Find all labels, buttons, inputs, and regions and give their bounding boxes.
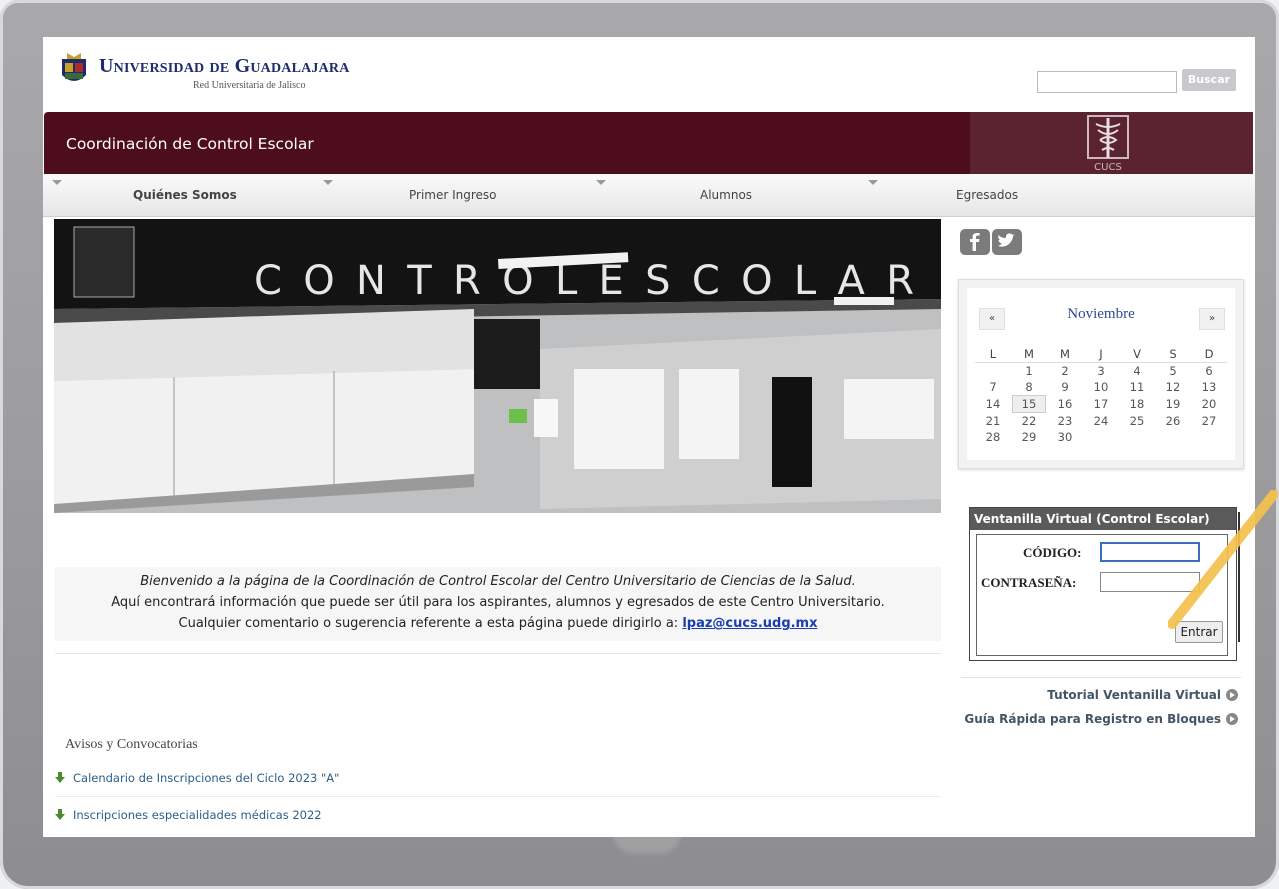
facebook-icon[interactable] — [960, 229, 990, 255]
calendar-day[interactable]: 21 — [975, 413, 1011, 429]
cucs-logo-area: CUCS — [970, 112, 1253, 174]
calendar-day[interactable]: 1 — [1011, 363, 1047, 380]
university-name: Universidad de Guadalajara — [99, 55, 350, 77]
calendar-day[interactable]: 18 — [1119, 395, 1155, 413]
welcome-message: Bienvenido a la página de la Coordinació… — [55, 567, 941, 641]
tutorial-link[interactable]: Tutorial Ventanilla Virtual — [1047, 685, 1238, 705]
codigo-label: CÓDIGO: — [1023, 545, 1082, 560]
chevron-down-icon — [596, 180, 606, 185]
calendar-day — [1191, 429, 1227, 445]
nav-item-primer-ingreso[interactable]: Primer Ingreso — [409, 174, 497, 216]
hero-photo: C O N T R O L E S C O L A R — [54, 219, 941, 513]
arrow-right-circle-icon — [1226, 689, 1238, 701]
calendar-day[interactable]: 15 — [1011, 395, 1047, 413]
calendar-day[interactable]: 27 — [1191, 413, 1227, 429]
calendar-day[interactable]: 17 — [1083, 395, 1119, 413]
tutorial-link-label[interactable]: Tutorial Ventanilla Virtual — [1047, 688, 1221, 702]
avisos-heading: Avisos y Convocatorias — [65, 737, 198, 752]
calendar-day[interactable]: 24 — [1083, 413, 1119, 429]
chevron-down-icon — [868, 180, 878, 185]
aviso-item[interactable]: Inscripciones especialidades médicas 202… — [55, 804, 322, 826]
arrow-down-icon — [55, 809, 65, 820]
calendar-day[interactable]: 23 — [1047, 413, 1083, 429]
calendar-day[interactable]: 2 — [1047, 363, 1083, 380]
calendar-day[interactable]: 13 — [1191, 379, 1227, 395]
divider — [55, 796, 941, 797]
welcome-line-2: Aquí encontrará información que puede se… — [111, 595, 885, 610]
page-banner: Coordinación de Control Escolar CUCS — [44, 112, 1253, 174]
calendar-day[interactable]: 12 — [1155, 379, 1191, 395]
calendar-weekday: D — [1191, 346, 1227, 363]
calendar-day[interactable]: 30 — [1047, 429, 1083, 445]
highlight-arrow-annotation — [1168, 490, 1278, 629]
calendar-day[interactable]: 3 — [1083, 363, 1119, 380]
calendar-day[interactable]: 25 — [1119, 413, 1155, 429]
contact-email-link[interactable]: lpaz@cucs.udg.mx — [682, 616, 817, 631]
calendar-next-button[interactable]: » — [1199, 308, 1225, 330]
welcome-line-3: Cualquier comentario o sugerencia refere… — [178, 616, 683, 631]
cucs-logo-text: CUCS — [1094, 162, 1122, 172]
calendar-day[interactable]: 26 — [1155, 413, 1191, 429]
cucs-caduceus-icon: CUCS — [1087, 115, 1129, 172]
main-nav: Quiénes Somos Primer Ingreso Alumnos Egr… — [43, 174, 1255, 217]
welcome-line-1: Bienvenido a la página de la Coordinació… — [140, 574, 856, 589]
chevron-down-icon — [323, 180, 333, 185]
calendar-day[interactable]: 6 — [1191, 363, 1227, 380]
calendar-weekday: M — [1047, 346, 1083, 363]
calendar-day[interactable]: 16 — [1047, 395, 1083, 413]
social-links — [960, 229, 1024, 255]
calendar-day — [1083, 429, 1119, 445]
guia-link-label[interactable]: Guía Rápida para Registro en Bloques — [964, 712, 1221, 726]
calendar-grid: LMMJVSD 1 2 3 4 5 6 7 8 9 10 11 12 13 14 15 16 17 18 19 20 2… — [975, 346, 1227, 445]
calendar-weekday: J — [1083, 346, 1119, 363]
calendar-day[interactable]: 22 — [1011, 413, 1047, 429]
aviso-label[interactable]: Calendario de Inscripciones del Ciclo 20… — [73, 771, 339, 785]
aviso-label[interactable]: Inscripciones especialidades médicas 202… — [73, 808, 322, 822]
calendar-day[interactable]: 19 — [1155, 395, 1191, 413]
control-escolar-photo: C O N T R O L E S C O L A R — [54, 219, 941, 513]
browser-screen: Universidad de Guadalajara Red Universit… — [43, 37, 1255, 837]
calendar-weekday: L — [975, 346, 1011, 363]
calendar-day[interactable]: 14 — [975, 395, 1011, 413]
university-seal-icon — [62, 53, 86, 81]
calendar-day[interactable]: 20 — [1191, 395, 1227, 413]
twitter-icon[interactable] — [992, 229, 1022, 255]
calendar-weekday: S — [1155, 346, 1191, 363]
calendar-weekday: V — [1119, 346, 1155, 363]
calendar-day[interactable]: 9 — [1047, 379, 1083, 395]
search-input[interactable] — [1037, 71, 1177, 93]
search-button[interactable]: Buscar — [1182, 69, 1236, 91]
guia-link[interactable]: Guía Rápida para Registro en Bloques — [964, 709, 1238, 729]
calendar-widget: « Noviembre » LMMJVSD 1 2 3 4 5 6 7 8 9 10 11 12 13 1… — [958, 279, 1244, 469]
calendar-day[interactable]: 4 — [1119, 363, 1155, 380]
calendar-day[interactable]: 11 — [1119, 379, 1155, 395]
arrow-right-circle-icon — [1226, 713, 1238, 725]
calendar-day[interactable]: 5 — [1155, 363, 1191, 380]
chevron-down-icon — [52, 180, 62, 185]
calendar-day[interactable]: 29 — [1011, 429, 1047, 445]
university-subtitle: Red Universitaria de Jalisco — [193, 80, 306, 91]
password-label: CONTRASEÑA: — [981, 575, 1077, 590]
university-logo[interactable]: Universidad de Guadalajara Red Universit… — [59, 47, 369, 93]
calendar-day[interactable]: 7 — [975, 379, 1011, 395]
divider — [961, 677, 1241, 678]
calendar-day — [975, 363, 1011, 380]
calendar-day[interactable]: 8 — [1011, 379, 1047, 395]
nav-item-egresados[interactable]: Egresados — [956, 174, 1018, 216]
calendar-day[interactable]: 10 — [1083, 379, 1119, 395]
nav-item-alumnos[interactable]: Alumnos — [700, 174, 752, 216]
divider — [55, 653, 941, 654]
calendar-day[interactable]: 28 — [975, 429, 1011, 445]
calendar-day — [1119, 429, 1155, 445]
calendar-month: Noviembre — [1067, 306, 1135, 322]
aviso-item[interactable]: Calendario de Inscripciones del Ciclo 20… — [55, 767, 339, 789]
calendar-day-today[interactable]: 15 — [1012, 395, 1046, 413]
page-title: Coordinación de Control Escolar — [66, 135, 314, 153]
nav-item-quienes-somos[interactable]: Quiénes Somos — [133, 174, 237, 216]
laptop-notch — [612, 836, 682, 858]
calendar-day — [1155, 429, 1191, 445]
calendar-weekday: M — [1011, 346, 1047, 363]
arrow-down-icon — [55, 772, 65, 783]
